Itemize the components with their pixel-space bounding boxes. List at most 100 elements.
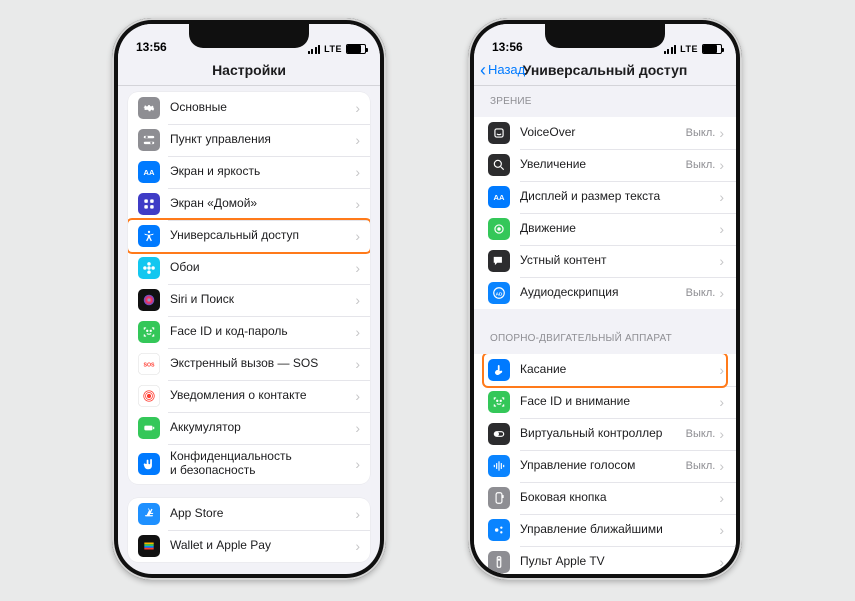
chevron-right-icon: › [719,491,724,505]
settings-row[interactable]: УвеличениеВыкл.› [474,149,736,181]
chevron-right-icon: › [355,229,360,243]
settings-row[interactable]: Движение› [474,213,736,245]
row-label: Уведомления о контакте [170,389,355,403]
status-indicators: LTE [308,44,366,54]
svg-text:SOS: SOS [143,362,155,368]
row-label: Face ID и внимание [520,395,719,409]
row-label: Основные [170,101,355,115]
row-label: Управление ближайшими [520,523,719,537]
row-label: App Store [170,507,355,521]
settings-row[interactable]: ADАудиодескрипцияВыкл.› [474,277,736,309]
sos-icon: SOS [138,353,160,375]
settings-row[interactable]: Устный контент› [474,245,736,277]
row-label: Устный контент [520,254,719,268]
content-left[interactable]: Основные›Пункт управления›AAЭкран и ярко… [118,86,380,574]
chevron-right-icon: › [719,363,724,377]
chevron-right-icon: › [719,158,724,172]
faceid-icon [138,321,160,343]
exposure-icon [138,385,160,407]
settings-row[interactable]: Уведомления о контакте› [128,380,370,412]
row-label: Управление голосом [520,459,686,473]
battery-icon [346,44,366,54]
settings-row[interactable]: Пульт Apple TV› [474,546,736,574]
phone-frame-right: 13:56 LTE ‹ Назад Универсальный доступ З… [468,18,742,580]
switch-icon [488,423,510,445]
chevron-right-icon: › [719,222,724,236]
settings-row[interactable]: AAДисплей и размер текста› [474,181,736,213]
row-label: Пункт управления [170,133,355,147]
settings-row[interactable]: App Store› [128,498,370,530]
settings-row[interactable]: Касание› [474,354,736,386]
siri-icon [138,289,160,311]
chevron-right-icon: › [719,126,724,140]
chevron-right-icon: › [355,539,360,553]
row-label: Пульт Apple TV [520,555,719,569]
zoom-icon [488,154,510,176]
row-label: Движение [520,222,719,236]
carrier-label: LTE [680,44,698,54]
row-label: Экран и яркость [170,165,355,179]
chevron-right-icon: › [355,421,360,435]
chevron-right-icon: › [719,286,724,300]
section-header: ЗРЕНИЕ [474,86,736,111]
section-header: ОПОРНО-ДВИГАТЕЛЬНЫЙ АППАРАТ [474,323,736,348]
settings-row[interactable]: Face ID и внимание› [474,386,736,418]
settings-row[interactable]: Основные› [128,92,370,124]
row-label: Касание [520,363,719,377]
row-value: Выкл. [686,428,716,440]
voiceover-icon [488,122,510,144]
chevron-right-icon: › [355,357,360,371]
settings-row[interactable]: AA Экран и яркость› [128,156,370,188]
chevron-right-icon: › [719,254,724,268]
svg-text:AD: AD [496,291,503,296]
content-right[interactable]: ЗРЕНИЕVoiceOverВыкл.›УвеличениеВыкл.›AAД… [474,86,736,574]
row-label: Боковая кнопка [520,491,719,505]
settings-row[interactable]: Wallet и Apple Pay› [128,530,370,562]
row-label: Универсальный доступ [170,229,355,243]
settings-group: VoiceOverВыкл.›УвеличениеВыкл.›AAДисплей… [474,117,736,309]
row-value: Выкл. [686,287,716,299]
row-label: VoiceOver [520,126,686,140]
row-label: Face ID и код-пароль [170,325,355,339]
chevron-right-icon: › [355,507,360,521]
settings-row[interactable]: Face ID и код-пароль› [128,316,370,348]
settings-row[interactable]: Управление голосомВыкл.› [474,450,736,482]
row-label: Siri и Поиск [170,293,355,307]
carrier-label: LTE [324,44,342,54]
settings-row[interactable]: Аккумулятор› [128,412,370,444]
settings-row[interactable]: Пункт управления› [128,124,370,156]
nav-bar: ‹ Назад Универсальный доступ [474,54,736,86]
chevron-right-icon: › [355,293,360,307]
settings-row[interactable]: Конфиденциальность и безопасность› [128,444,370,484]
back-button[interactable]: ‹ Назад [480,54,525,85]
settings-row[interactable]: SOS Экстренный вызов — SOS› [128,348,370,380]
textsize-icon: AA [488,186,510,208]
settings-row[interactable]: Универсальный доступ› [128,220,370,252]
row-value: Выкл. [686,127,716,139]
chevron-left-icon: ‹ [480,61,486,79]
settings-row[interactable]: Экран «Домой»› [128,188,370,220]
chevron-right-icon: › [355,325,360,339]
settings-row[interactable]: Обои› [128,252,370,284]
screen-right: 13:56 LTE ‹ Назад Универсальный доступ З… [474,24,736,574]
grid-icon [138,193,160,215]
appstore-icon [138,503,160,525]
gear-icon [138,97,160,119]
settings-group: Основные›Пункт управления›AAЭкран и ярко… [128,92,370,484]
settings-row[interactable]: Управление ближайшими› [474,514,736,546]
chevron-right-icon: › [355,261,360,275]
settings-row[interactable]: VoiceOverВыкл.› [474,117,736,149]
settings-row[interactable]: Боковая кнопка› [474,482,736,514]
row-label: Увеличение [520,158,686,172]
hand-icon [138,453,160,475]
chevron-right-icon: › [719,395,724,409]
chevron-right-icon: › [355,165,360,179]
notch [545,24,665,48]
row-value: Выкл. [686,159,716,171]
faceid-icon [488,391,510,413]
settings-row[interactable]: Siri и Поиск› [128,284,370,316]
svg-text:AA: AA [144,168,155,177]
battery-icon [702,44,722,54]
settings-row[interactable]: Виртуальный контроллерВыкл.› [474,418,736,450]
row-label: Экстренный вызов — SOS [170,357,355,371]
